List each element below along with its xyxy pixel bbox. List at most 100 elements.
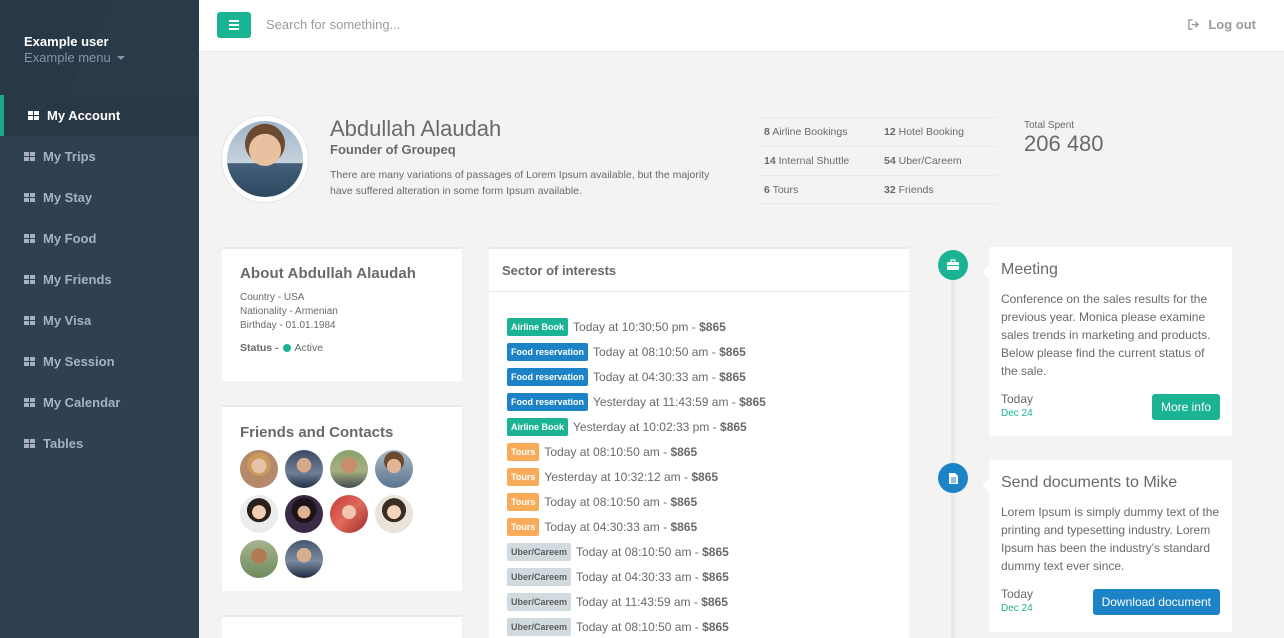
stats-row: 14 Internal Shuttle 54 Uber/Careem [757,146,997,175]
friend-avatar[interactable] [240,540,278,578]
sector-tag: Uber/Careem [507,567,572,586]
grid-icon [24,356,35,367]
friend-avatar[interactable] [240,450,278,488]
timeline-card-documents: Send documents to Mike Lorem Ipsum is si… [982,460,1232,632]
sector-row: Uber/Careem Today at 04:30:33 am - $865 [507,564,909,589]
sidebar-item-my-food[interactable]: My Food [0,218,199,259]
user-menu-dropdown[interactable]: Example menu [24,50,199,65]
friend-avatar[interactable] [330,450,368,488]
sidebar-item-my-calendar[interactable]: My Calendar [0,382,199,423]
sector-tag: Tours [507,492,540,511]
top-navbar: Log out [199,0,1284,52]
stat-hotel-booking: 12 Hotel Booking [884,126,964,138]
sector-row: Uber/Careem Today at 08:10:50 am - $865 [507,614,909,638]
sector-tag: Airline Book [507,417,569,436]
sector-tag: Uber/Careem [507,542,572,561]
sidebar-item-tables[interactable]: Tables [0,423,199,464]
sector-interests-card: Sector of interests Airline Book Today at… [489,247,909,638]
timeline-title: Meeting [1001,261,1058,278]
sidebar-item-label: My Calendar [43,395,121,410]
friend-avatar[interactable] [375,495,413,533]
grid-icon [24,397,35,408]
sector-row: Tours Today at 08:10:50 am - $865 [507,489,909,514]
sector-tag: Food reservation [507,392,589,411]
friend-avatar[interactable] [285,540,323,578]
total-spent-label: Total Spent [1024,120,1075,131]
friend-avatar[interactable] [375,450,413,488]
sector-tag: Tours [507,442,540,461]
stat-airline-bookings: 8 Airline Bookings [764,126,848,138]
sidebar-item-label: My Account [47,108,121,123]
grid-icon [24,315,35,326]
sidebar-profile: Example user Example menu [0,0,199,95]
sector-tag: Airline Book [507,317,569,336]
grid-icon [28,110,39,121]
status-dot-icon [282,344,291,352]
sector-list: Airline Book Today at 10:30:50 pm - $865 … [489,292,909,638]
sign-out-icon [1188,19,1200,30]
sidebar-item-my-trips[interactable]: My Trips [0,136,199,177]
sector-row: Food reservation Today at 04:30:33 am - $… [507,364,909,389]
sector-title: Sector of interests [489,249,909,292]
stat-uber-careem: 54 Uber/Careem [884,155,962,167]
user-menu-label: Example menu [24,50,111,65]
sidebar-item-label: My Trips [43,149,96,164]
more-info-button[interactable]: More info [1151,394,1220,420]
stats-row: 6 Tours 32 Friends [757,175,997,204]
sector-row: Food reservation Yesterday at 11:43:59 am… [507,389,909,414]
sidebar-item-my-account[interactable]: My Account [0,95,199,136]
sector-tag: Uber/Careem [507,592,572,611]
timeline-line [951,265,955,638]
search-input[interactable] [266,17,666,32]
logout-link[interactable]: Log out [1188,17,1256,32]
menu-toggle-button[interactable] [217,12,251,38]
download-document-button[interactable]: Download document [1092,589,1220,615]
profile-avatar [222,116,308,202]
sidebar-item-my-friends[interactable]: My Friends [0,259,199,300]
sidebar-item-my-stay[interactable]: My Stay [0,177,199,218]
timeline-title: Send documents to Mike [1001,474,1178,491]
grid-icon [24,438,35,449]
grid-icon [24,274,35,285]
user-name: Example user [24,34,109,49]
timeline-card-meeting: Meeting Conference on the sales results … [982,247,1232,436]
grid-icon [24,151,35,162]
timeline-footer: Today Dec 24 Download document [1001,587,1220,617]
sidebar-item-label: Tables [43,436,84,451]
sector-row: Tours Yesterday at 10:32:12 am - $865 [507,464,909,489]
third-card [222,615,462,638]
sidebar-item-my-visa[interactable]: My Visa [0,300,199,341]
briefcase-icon [938,250,968,280]
caret-down-icon [116,55,125,60]
about-nationality: Nationality - Armenian [240,306,338,317]
sector-tag: Food reservation [507,367,589,386]
sidebar-item-label: My Food [43,231,97,246]
sector-row: Uber/Careem Today at 11:43:59 am - $865 [507,589,909,614]
sidebar-item-label: My Session [43,354,115,369]
sector-row: Food reservation Today at 08:10:50 am - $… [507,339,909,364]
timeline-text: Lorem Ipsum is simply dummy text of the … [1001,505,1220,573]
friends-card: Friends and Contacts [222,405,462,591]
about-country: Country - USA [240,292,305,303]
about-title: About Abdullah Alaudah [240,265,417,282]
sidebar-item-label: My Visa [43,313,92,328]
about-card: About Abdullah Alaudah Country - USA Nat… [222,247,462,381]
grid-icon [24,233,35,244]
sector-row: Tours Today at 08:10:50 am - $865 [507,439,909,464]
friend-avatar[interactable] [330,495,368,533]
about-birthday: Birthday - 01.01.1984 [240,320,336,331]
friend-avatar[interactable] [240,495,278,533]
sidebar-item-label: My Friends [43,272,112,287]
sector-row: Tours Today at 04:30:33 am - $865 [507,514,909,539]
total-spent-value: 206 480 [1024,131,1104,156]
profile-description: There are many variations of passages of… [330,169,710,197]
sector-tag: Food reservation [507,342,589,361]
profile-name: Abdullah Alaudah [330,116,502,141]
stats-row: 8 Airline Bookings 12 Hotel Booking [757,117,997,146]
sector-tag: Tours [507,517,540,536]
friend-avatar[interactable] [285,450,323,488]
friend-avatar[interactable] [285,495,323,533]
profile-title: Founder of Groupeq [330,142,456,157]
sector-row: Uber/Careem Today at 08:10:50 am - $865 [507,539,909,564]
sidebar-item-my-session[interactable]: My Session [0,341,199,382]
